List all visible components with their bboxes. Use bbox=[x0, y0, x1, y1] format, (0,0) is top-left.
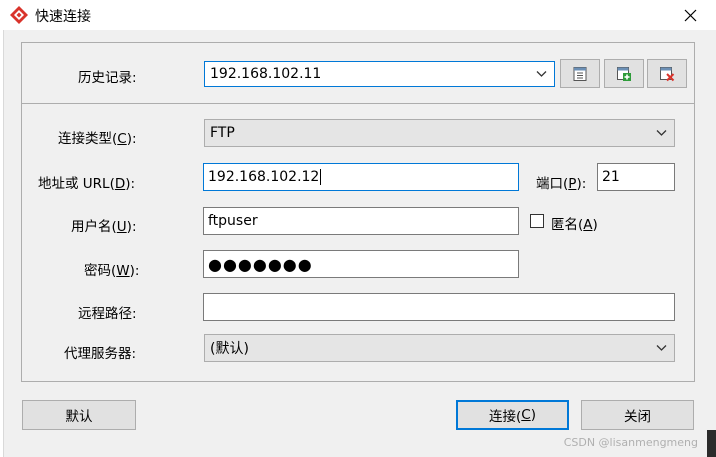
username-input[interactable]: ftpuser bbox=[203, 207, 519, 235]
history-properties-icon bbox=[573, 66, 587, 81]
address-value: 192.168.102.12 bbox=[208, 169, 320, 185]
history-delete-icon bbox=[660, 66, 675, 81]
anonymous-label[interactable]: 匿名(A) bbox=[551, 213, 598, 233]
chevron-down-icon bbox=[656, 130, 667, 136]
background-window-edge bbox=[707, 430, 716, 457]
connection-type-label: 连接类型(C): bbox=[58, 131, 137, 147]
history-dropdown[interactable]: 192.168.102.11 bbox=[204, 61, 555, 87]
history-delete-button[interactable] bbox=[647, 59, 687, 88]
remote-path-label: 远程路径: bbox=[78, 306, 137, 322]
connection-type-value: FTP bbox=[210, 125, 235, 141]
close-button[interactable]: 关闭 bbox=[581, 400, 694, 430]
password-label: 密码(W): bbox=[84, 263, 140, 279]
port-label: 端口(P): bbox=[536, 176, 587, 192]
history-label: 历史记录: bbox=[78, 70, 137, 86]
connection-type-select[interactable]: FTP bbox=[204, 119, 675, 147]
proxy-value: (默认) bbox=[210, 341, 249, 357]
port-input[interactable]: 21 bbox=[597, 163, 675, 191]
close-icon bbox=[684, 9, 696, 21]
chevron-down-icon bbox=[656, 345, 667, 351]
title-bar: 快速连接 bbox=[0, 0, 716, 30]
history-properties-button[interactable] bbox=[560, 59, 600, 88]
close-window-button[interactable] bbox=[672, 0, 708, 30]
connect-button[interactable]: 连接(C) bbox=[456, 400, 569, 430]
history-add-icon bbox=[617, 66, 631, 81]
app-logo-icon bbox=[9, 5, 29, 25]
password-masked-value: ●●●●●●● bbox=[208, 254, 313, 274]
proxy-select[interactable]: (默认) bbox=[204, 334, 675, 362]
port-value: 21 bbox=[602, 169, 620, 185]
proxy-label: 代理服务器: bbox=[64, 346, 137, 362]
password-input[interactable]: ●●●●●●● bbox=[203, 250, 519, 278]
history-value: 192.168.102.11 bbox=[210, 66, 322, 82]
username-value: ftpuser bbox=[208, 213, 258, 229]
watermark: CSDN @lisanmengmeng bbox=[563, 436, 698, 449]
address-label: 地址或 URL(D): bbox=[38, 176, 136, 192]
text-caret bbox=[320, 169, 322, 185]
window-title: 快速连接 bbox=[35, 9, 91, 25]
default-button[interactable]: 默认 bbox=[22, 400, 136, 430]
anonymous-checkbox[interactable] bbox=[530, 214, 544, 228]
chevron-down-icon bbox=[536, 71, 547, 77]
username-label: 用户名(U): bbox=[71, 219, 137, 235]
background-window-edge bbox=[0, 30, 4, 457]
history-add-button[interactable] bbox=[604, 59, 644, 88]
address-input[interactable]: 192.168.102.12 bbox=[203, 163, 519, 191]
remote-path-input[interactable] bbox=[203, 293, 675, 321]
